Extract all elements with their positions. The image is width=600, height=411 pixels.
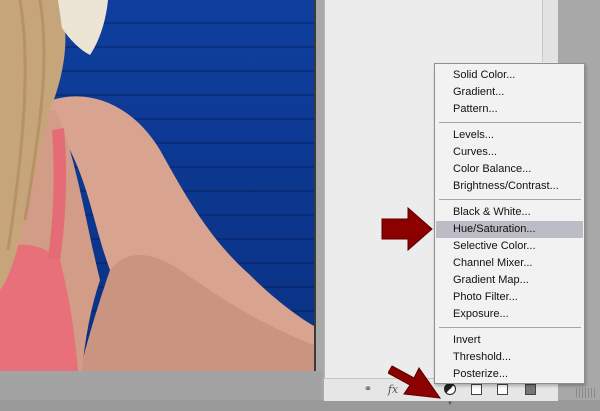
menu-item-gradient[interactable]: Gradient... bbox=[436, 84, 583, 101]
menu-item-black-white[interactable]: Black & White... bbox=[436, 204, 583, 221]
menu-item-pattern[interactable]: Pattern... bbox=[436, 101, 583, 118]
menu-separator bbox=[439, 122, 581, 123]
menu-item-selective-color[interactable]: Selective Color... bbox=[436, 238, 583, 255]
canvas-status-strip bbox=[0, 371, 322, 400]
menu-item-solid-color[interactable]: Solid Color... bbox=[436, 67, 583, 84]
menu-item-levels[interactable]: Levels... bbox=[436, 127, 583, 144]
photo-subject bbox=[0, 0, 314, 371]
menu-item-channel-mixer[interactable]: Channel Mixer... bbox=[436, 255, 583, 272]
panel-scrollbar[interactable] bbox=[542, 0, 559, 62]
menu-item-threshold[interactable]: Threshold... bbox=[436, 349, 583, 366]
document-canvas[interactable] bbox=[0, 0, 314, 371]
menu-item-invert[interactable]: Invert bbox=[436, 332, 583, 349]
trash-icon[interactable] bbox=[524, 383, 536, 397]
new-layer-icon[interactable] bbox=[496, 383, 508, 397]
hat bbox=[58, 0, 108, 55]
chain-link-icon[interactable]: ⚭ bbox=[360, 383, 376, 397]
half-circle-icon[interactable]: ▼ bbox=[442, 383, 458, 407]
resize-grip[interactable] bbox=[576, 388, 596, 398]
menu-item-posterize[interactable]: Posterize... bbox=[436, 366, 583, 383]
menu-item-hue-saturation[interactable]: Hue/Saturation... bbox=[436, 221, 583, 238]
folder-icon[interactable] bbox=[470, 383, 482, 397]
menu-separator bbox=[439, 327, 581, 328]
workspace-gutter bbox=[316, 0, 324, 400]
menu-item-color-balance[interactable]: Color Balance... bbox=[436, 161, 583, 178]
menu-item-photo-filter[interactable]: Photo Filter... bbox=[436, 289, 583, 306]
menu-separator bbox=[439, 199, 581, 200]
arrow-pointer-icon bbox=[388, 365, 442, 399]
adjustment-layer-menu: Solid Color... Gradient... Pattern... Le… bbox=[434, 63, 585, 384]
menu-item-brightness-contrast[interactable]: Brightness/Contrast... bbox=[436, 178, 583, 195]
menu-item-gradient-map[interactable]: Gradient Map... bbox=[436, 272, 583, 289]
arrow-pointer-icon bbox=[381, 206, 433, 252]
menu-item-curves[interactable]: Curves... bbox=[436, 144, 583, 161]
menu-item-exposure[interactable]: Exposure... bbox=[436, 306, 583, 323]
